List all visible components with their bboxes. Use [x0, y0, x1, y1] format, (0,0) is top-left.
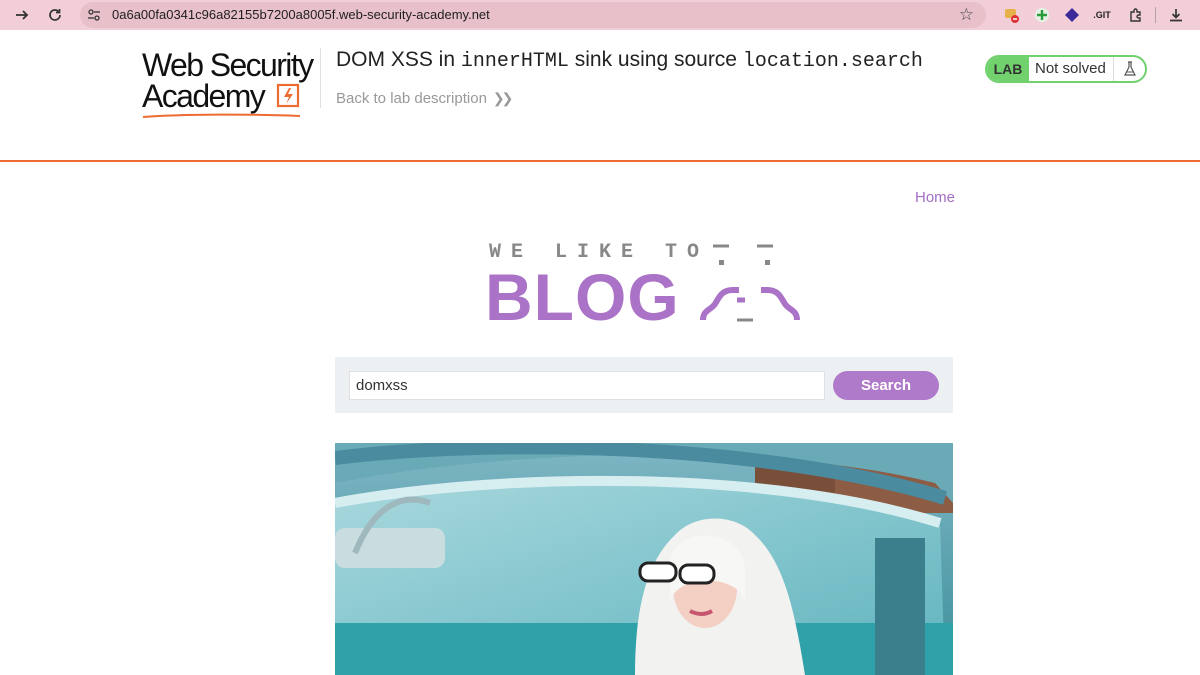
logo-line-1: Web Security	[142, 47, 314, 83]
vintage-car-photo-icon	[335, 443, 953, 675]
extensions-puzzle-icon[interactable]	[1126, 5, 1146, 25]
arrow-right-icon	[16, 10, 29, 20]
lightning-bolt-icon	[276, 83, 300, 108]
header-divider	[320, 48, 321, 108]
double-chevron-right-icon: ❯❯	[492, 90, 514, 106]
site-info-icon[interactable]	[86, 7, 102, 23]
lab-title: DOM XSS in innerHTML sink using source l…	[336, 48, 923, 73]
extension-plus-icon[interactable]	[1032, 5, 1052, 25]
lab-badge: LAB	[987, 57, 1029, 81]
academy-header: Web Security Academy DOM XSS in innerHTM…	[0, 30, 1200, 162]
extension-blocker-icon[interactable]	[1002, 5, 1022, 25]
lab-status-widget: LAB Not solved	[985, 55, 1147, 83]
back-link-label: Back to lab description	[336, 90, 487, 107]
extension-git-icon[interactable]: .GIT	[1092, 5, 1112, 25]
address-bar[interactable]: 0a6a00fa0341c96a82155b7200a8005f.web-sec…	[80, 2, 986, 28]
url-text[interactable]: 0a6a00fa0341c96a82155b7200a8005f.web-sec…	[112, 7, 490, 22]
flask-icon	[1113, 57, 1145, 81]
extension-diamond-icon[interactable]	[1062, 5, 1082, 25]
home-link[interactable]: Home	[915, 189, 955, 206]
search-button[interactable]: Search	[833, 371, 939, 400]
search-input[interactable]	[349, 371, 825, 400]
reload-button[interactable]	[43, 3, 67, 27]
forward-button[interactable]	[10, 3, 34, 27]
toolbar-divider	[1155, 7, 1156, 23]
reload-icon	[49, 9, 61, 21]
download-icon[interactable]	[1166, 5, 1186, 25]
blog-logo: WE LIKE TO BLOG	[480, 238, 810, 333]
browser-toolbar: 0a6a00fa0341c96a82155b7200a8005f.web-sec…	[0, 0, 1200, 30]
search-panel: Search	[335, 357, 953, 413]
logo-underline-icon	[142, 113, 301, 118]
lab-title-code-source: location.search	[742, 50, 923, 73]
lab-title-code-sink: innerHTML	[460, 50, 569, 73]
lab-title-prefix: DOM XSS in	[336, 48, 461, 71]
lab-title-middle: sink using source	[568, 48, 743, 71]
bookmark-star-icon[interactable]: ☆	[959, 5, 974, 25]
back-to-lab-description-link[interactable]: Back to lab description ❯❯	[336, 90, 514, 107]
blog-title: BLOG	[485, 260, 680, 334]
emoticon-face-icon	[700, 244, 800, 322]
web-security-academy-logo[interactable]: Web Security Academy	[142, 47, 322, 120]
blog-post-image[interactable]	[335, 443, 953, 675]
lab-status-text: Not solved	[1035, 60, 1106, 77]
